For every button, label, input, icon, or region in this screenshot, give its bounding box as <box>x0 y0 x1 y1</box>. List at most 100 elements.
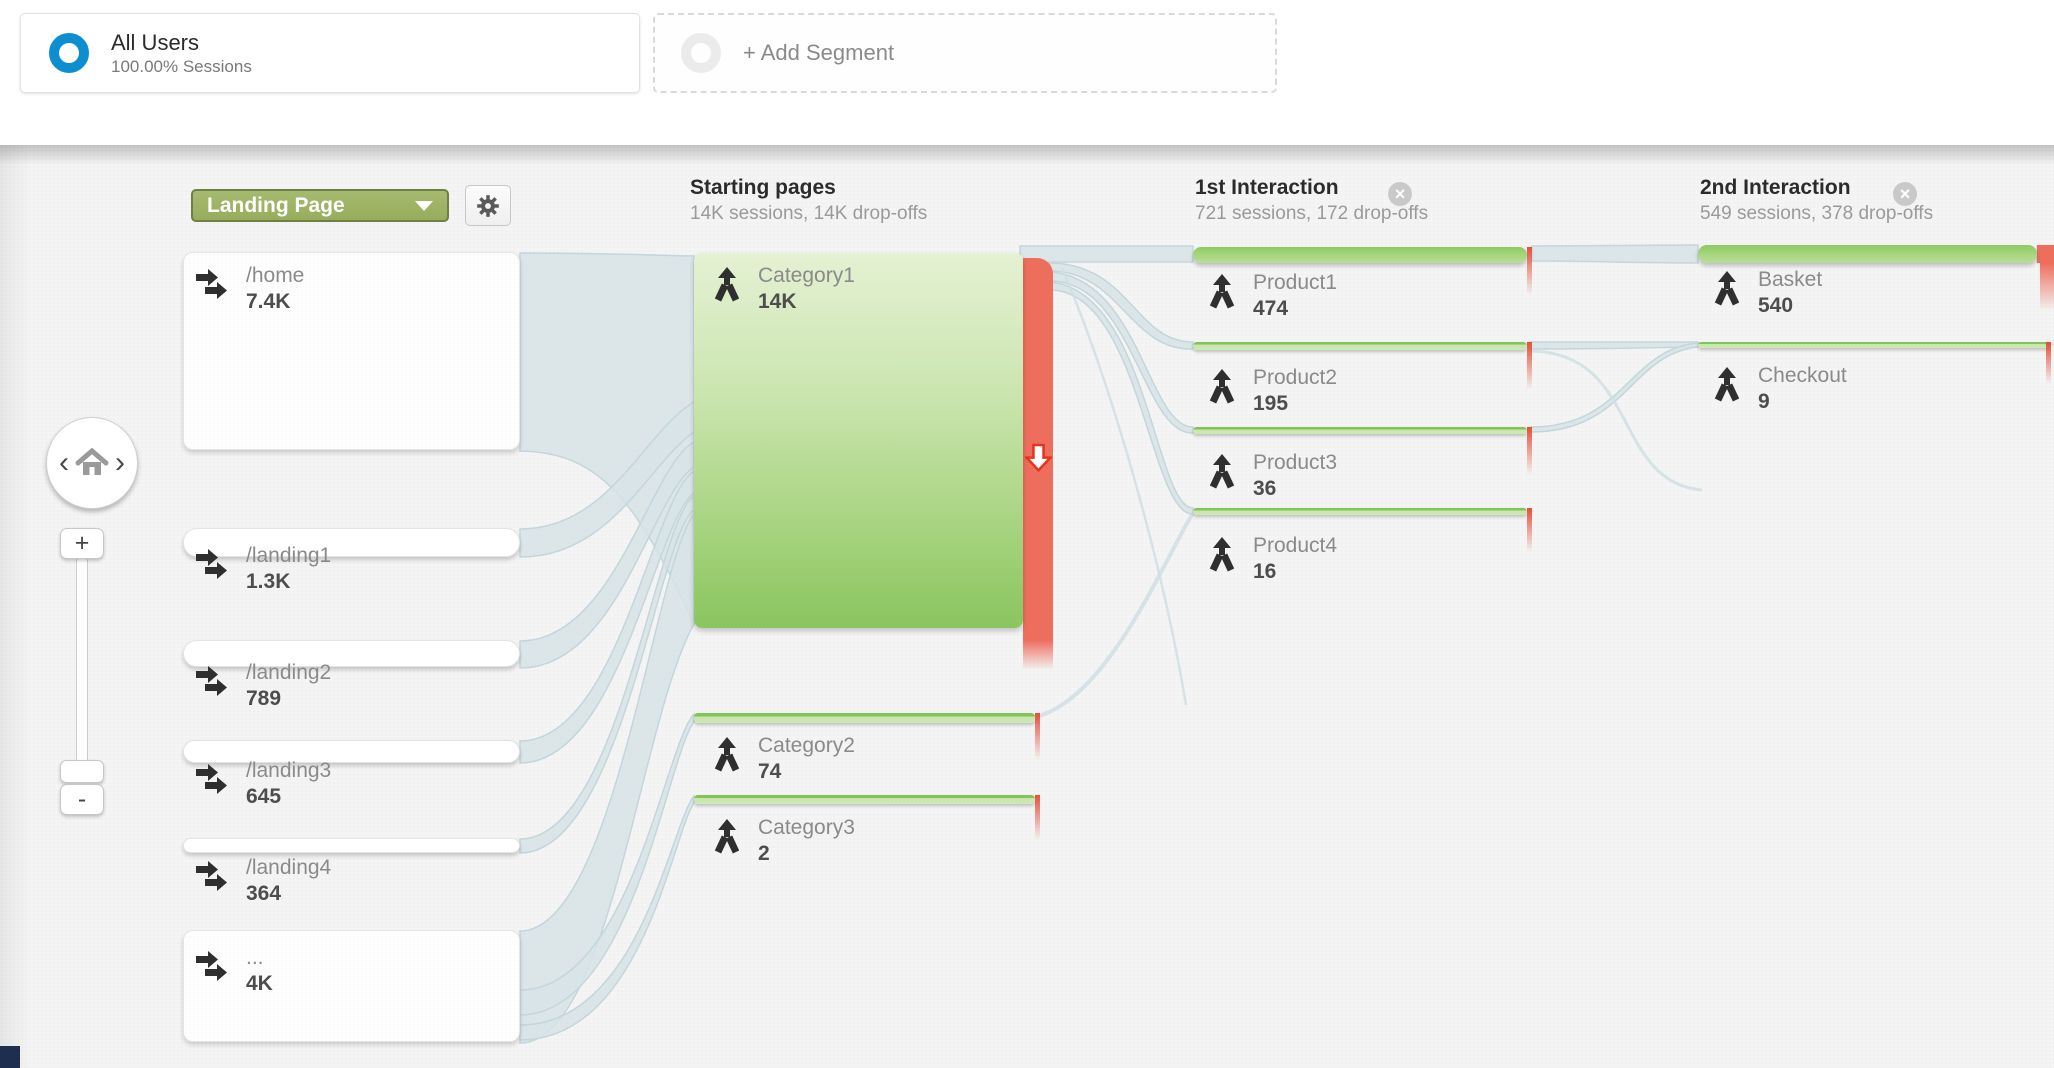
node-value: 645 <box>246 784 331 810</box>
node-value: 364 <box>246 881 331 907</box>
node-label: Product4 <box>1253 533 1337 559</box>
node-label-group: /landing4 364 <box>196 855 331 907</box>
bottom-left-strip <box>0 1046 20 1068</box>
node-label: /landing4 <box>246 855 331 881</box>
flow-ribbon <box>1531 342 1698 349</box>
node-label: /landing1 <box>246 543 331 569</box>
node-value: 1.3K <box>246 569 331 595</box>
dropoff-tick <box>1527 247 1532 295</box>
node-label-group: Category3 2 <box>710 815 855 867</box>
add-segment-ring-icon <box>681 33 721 73</box>
node-label: ... <box>246 945 273 971</box>
page-arrows-icon <box>196 762 232 800</box>
dropoff-segment <box>2037 245 2054 263</box>
users-flow-report: All Users 100.00% Sessions + Add Segment <box>0 0 2054 1068</box>
dropoff-segment-fade <box>2040 263 2054 311</box>
node-label: Category3 <box>758 815 855 841</box>
flow-ribbon <box>1531 351 1702 490</box>
merge-arrow-icon <box>710 737 744 773</box>
node-label-group: Product4 16 <box>1205 533 1337 585</box>
node-label-group: Product3 36 <box>1205 450 1337 502</box>
flow-ribbon <box>1039 513 1193 716</box>
flow-node-landing4[interactable] <box>183 838 520 853</box>
flow-node-product1[interactable] <box>1193 247 1527 263</box>
node-label: Category2 <box>758 733 855 759</box>
segment-title: All Users <box>111 29 252 56</box>
close-icon[interactable]: × <box>1388 182 1412 206</box>
flow-node-category3[interactable] <box>694 795 1035 804</box>
node-label: /home <box>246 263 304 289</box>
nav-prev-button[interactable]: ‹ <box>53 448 75 478</box>
node-label-group: Checkout 9 <box>1710 363 1847 415</box>
merge-arrow-icon <box>710 819 744 855</box>
node-label-group: /landing3 645 <box>196 758 331 810</box>
dropoff-tick <box>1035 713 1040 760</box>
flow-navigator: ‹ › <box>46 417 138 509</box>
node-label-group: Basket 540 <box>1710 267 1822 319</box>
node-label: Checkout <box>1758 363 1847 389</box>
node-value: 474 <box>1253 296 1337 322</box>
merge-arrow-icon <box>1205 454 1239 490</box>
zoom-in-button[interactable]: + <box>60 528 104 559</box>
column-subtitle: 14K sessions, 14K drop-offs <box>690 201 927 227</box>
segment-card-all-users[interactable]: All Users 100.00% Sessions <box>20 13 640 93</box>
node-label-group: ... 4K <box>196 945 273 997</box>
dropoff-tick <box>1527 508 1532 552</box>
add-segment-label: + Add Segment <box>743 40 894 66</box>
segment-subtitle: 100.00% Sessions <box>111 56 252 78</box>
dropoff-tick <box>2046 342 2051 384</box>
merge-arrow-icon <box>1205 537 1239 573</box>
node-label: /landing2 <box>246 660 331 686</box>
node-label: Product2 <box>1253 365 1337 391</box>
node-label-group: /landing1 1.3K <box>196 543 331 595</box>
flow-ribbon <box>1532 245 1698 263</box>
nav-next-button[interactable]: › <box>109 448 131 478</box>
flow-node-category2[interactable] <box>694 713 1035 723</box>
dimension-selector[interactable]: Landing Page <box>191 189 449 222</box>
flow-node-product2[interactable] <box>1193 342 1527 350</box>
node-value: 16 <box>1253 559 1337 585</box>
node-label-group: Category1 14K <box>710 263 855 315</box>
merge-arrow-icon <box>1710 271 1744 307</box>
node-value: 4K <box>246 971 273 997</box>
chevron-down-icon <box>415 201 433 211</box>
flow-node-product3[interactable] <box>1193 427 1527 434</box>
page-arrows-icon <box>196 949 232 987</box>
gear-icon <box>475 193 501 219</box>
settings-button[interactable] <box>465 185 511 226</box>
node-label-group: Product1 474 <box>1205 270 1337 322</box>
merge-arrow-icon <box>710 267 744 303</box>
dropoff-tick <box>1527 427 1532 475</box>
close-icon[interactable]: × <box>1893 182 1917 206</box>
page-arrows-icon <box>196 859 232 897</box>
node-label-group: /landing2 789 <box>196 660 331 712</box>
zoom-slider-track[interactable] <box>76 558 88 768</box>
page-arrows-icon <box>196 664 232 702</box>
segment-ring-icon <box>49 33 89 73</box>
node-value: 789 <box>246 686 331 712</box>
node-value: 2 <box>758 841 855 867</box>
dropoff-arrow-icon <box>1025 443 1052 474</box>
column-subtitle: 721 sessions, 172 drop-offs <box>1195 201 1428 227</box>
flow-node-basket[interactable] <box>1698 245 2037 263</box>
segment-bar: All Users 100.00% Sessions + Add Segment <box>0 0 2054 145</box>
node-label-group: Product2 195 <box>1205 365 1337 417</box>
node-value: 9 <box>1758 389 1847 415</box>
node-label-group: Category2 74 <box>710 733 855 785</box>
column-subtitle: 549 sessions, 378 drop-offs <box>1700 201 1933 227</box>
add-segment-button[interactable]: + Add Segment <box>653 13 1277 93</box>
node-label: /landing3 <box>246 758 331 784</box>
node-label: Product3 <box>1253 450 1337 476</box>
zoom-out-button[interactable]: - <box>60 784 104 815</box>
flow-canvas: Landing Page Starting pages 14K sessions… <box>0 145 2054 1068</box>
node-value: 195 <box>1253 391 1337 417</box>
column-header-starting-pages: Starting pages 14K sessions, 14K drop-of… <box>690 175 927 227</box>
dropoff-tick <box>1035 795 1040 840</box>
node-label-group: /home 7.4K <box>196 263 304 315</box>
flow-node-checkout[interactable] <box>1698 342 2050 348</box>
merge-arrow-icon <box>1205 274 1239 310</box>
node-value: 36 <box>1253 476 1337 502</box>
node-value: 74 <box>758 759 855 785</box>
zoom-slider-handle[interactable] <box>60 760 104 783</box>
flow-node-product4[interactable] <box>1193 508 1527 515</box>
